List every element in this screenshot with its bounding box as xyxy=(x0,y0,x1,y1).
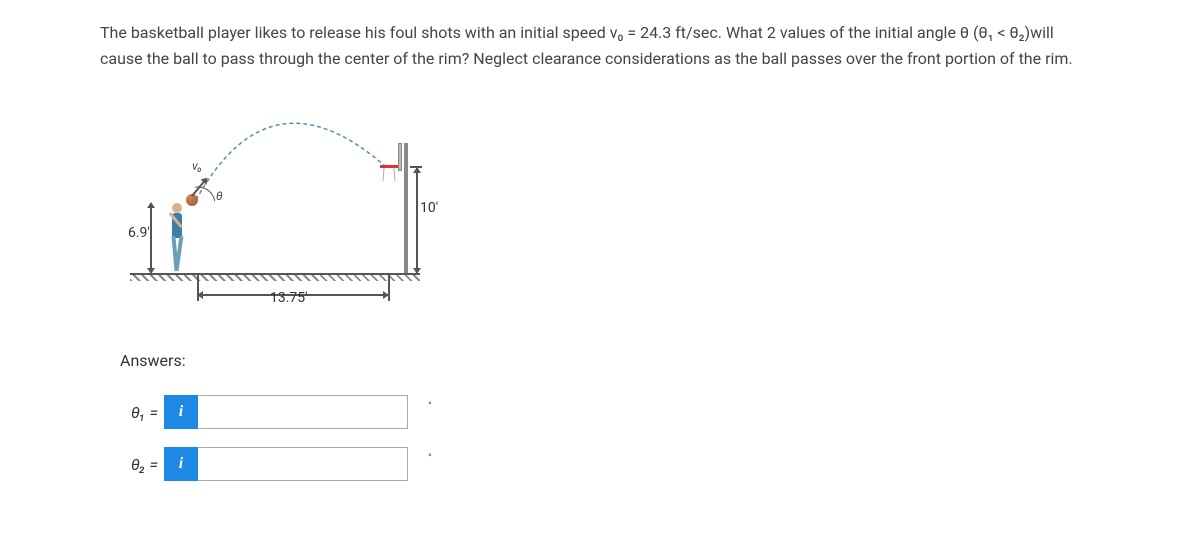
v0-label: v₀ xyxy=(192,159,202,173)
theta2-unit: ° xyxy=(428,453,432,464)
dim-arrow-rim-height xyxy=(416,168,418,273)
problem-statement: The basketball player likes to release h… xyxy=(100,20,1100,71)
theta1-unit: ° xyxy=(428,401,432,412)
dim-tick-rim xyxy=(410,166,422,168)
problem-figure: v₀ θ 6.9' 10' 13.75' xyxy=(120,101,440,321)
player-figure xyxy=(160,203,190,273)
theta1-label: θ₁ = xyxy=(120,403,164,422)
dim-rim-height: 10' xyxy=(420,200,438,216)
answer-row-theta1: θ₁ = i ° xyxy=(120,395,1100,429)
answer-row-theta2: θ₂ = i ° xyxy=(120,447,1100,481)
net xyxy=(381,168,397,181)
theta2-label: θ₂ = xyxy=(120,455,164,474)
hoop-pole xyxy=(404,143,408,273)
dim-arrow-release-height xyxy=(150,203,152,273)
info-icon[interactable]: i xyxy=(164,447,198,481)
theta-label: θ xyxy=(216,189,223,203)
dim-release-height: 6.9' xyxy=(128,225,150,241)
info-icon[interactable]: i xyxy=(164,395,198,429)
theta2-input[interactable] xyxy=(198,447,408,481)
dim-horizontal: 13.75' xyxy=(270,290,308,306)
ground-line xyxy=(130,273,420,281)
backboard xyxy=(398,143,402,171)
answers-heading: Answers: xyxy=(120,351,1100,370)
theta1-input[interactable] xyxy=(198,395,408,429)
